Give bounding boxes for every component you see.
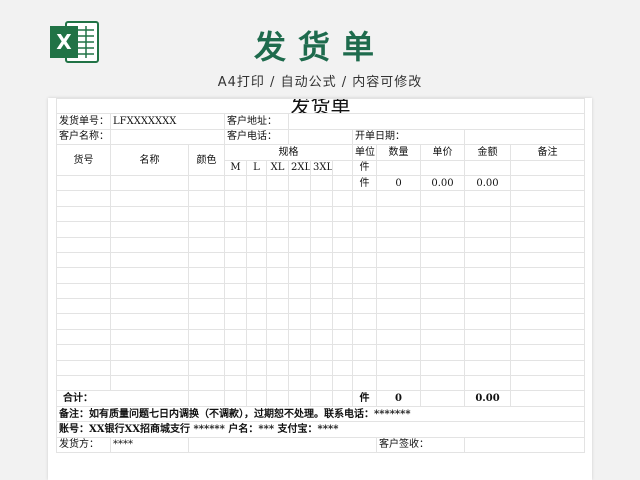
total-amount: 0.00 (464, 390, 511, 407)
total-row: 合计： 件 0 0.00 (56, 390, 586, 407)
col-qty: 数量 (376, 144, 421, 161)
table-row[interactable] (56, 190, 586, 207)
phone-value[interactable] (288, 128, 353, 146)
total-qty: 0 (376, 390, 421, 407)
size-2xl: 2XL (288, 159, 311, 176)
note-text: 备注：如有质量问题七日内调换（不调款），过期恕不处理。联系电话：******* (55, 405, 586, 423)
row-qty[interactable]: 0 (376, 174, 421, 192)
table-row[interactable]: 件 0 0.00 0.00 (56, 174, 586, 192)
row-unit: 件 (352, 174, 377, 192)
row-price[interactable]: 0.00 (420, 174, 465, 192)
size-extra (332, 159, 353, 176)
customer-name-label: 客户名称： (56, 128, 111, 146)
table-row[interactable] (56, 375, 586, 392)
shipper-label: 发货方： (56, 436, 111, 453)
table-row[interactable] (56, 221, 586, 238)
address-label: 客户地址： (224, 113, 289, 130)
size-m: M (224, 159, 247, 176)
table-row[interactable] (56, 328, 586, 346)
col-item-no: 货号 (56, 144, 111, 176)
shipper-value[interactable]: **** (110, 436, 189, 453)
table-row[interactable] (56, 313, 586, 330)
date-label: 开单日期： (352, 128, 465, 146)
size-xl: XL (266, 159, 289, 176)
page-title: 发货单 (253, 28, 386, 66)
invoice-form: 发货单 发货单号： LFXXXXXXX 客户地址： 客户名称： 客户电话： 开单… (55, 98, 586, 453)
address-value[interactable] (287, 113, 586, 130)
col-name: 名称 (110, 144, 189, 176)
col-amount: 金额 (464, 144, 511, 161)
table-row[interactable] (56, 205, 586, 223)
col-spec: 规格 (224, 144, 353, 161)
col-unit: 单位 (352, 144, 377, 161)
table-row[interactable] (56, 298, 586, 315)
table-row[interactable] (56, 236, 586, 253)
total-unit: 件 (352, 390, 377, 407)
order-no-label: 发货单号： (56, 113, 111, 130)
table-row[interactable] (56, 359, 586, 377)
spreadsheet-preview: 发货单 发货单号： LFXXXXXXX 客户地址： 客户名称： 客户电话： 开单… (48, 98, 592, 480)
table-row[interactable] (56, 251, 586, 269)
doc-title: 发货单 (55, 98, 586, 115)
order-no-value[interactable]: LFXXXXXXX (110, 113, 225, 130)
table-row[interactable] (56, 282, 586, 300)
col-color: 颜色 (188, 144, 225, 176)
receiver-value[interactable] (463, 436, 586, 453)
date-value[interactable] (463, 128, 586, 146)
page-subtitle: A4打印 / 自动公式 / 内容可修改 (217, 75, 423, 90)
empty-rows (56, 190, 586, 392)
row-amount: 0.00 (464, 174, 511, 192)
col-price: 单价 (420, 144, 465, 161)
size-l: L (246, 159, 267, 176)
phone-label: 客户电话： (224, 128, 289, 146)
table-row[interactable] (56, 267, 586, 284)
col-notes: 备注 (509, 144, 586, 161)
customer-name-value[interactable] (110, 128, 225, 146)
table-row[interactable] (56, 344, 586, 361)
header: X 发货单 A4打印 / 自动公式 / 内容可修改 (0, 0, 640, 100)
total-label: 合计： (56, 390, 189, 407)
account-text: 账号：XX银行XX招商城支行 ****** 户名：*** 支付宝：**** (55, 421, 586, 438)
receiver-label: 客户签收： (376, 436, 465, 453)
size-3xl: 3XL (310, 159, 333, 176)
unit-cell: 件 (352, 159, 377, 176)
